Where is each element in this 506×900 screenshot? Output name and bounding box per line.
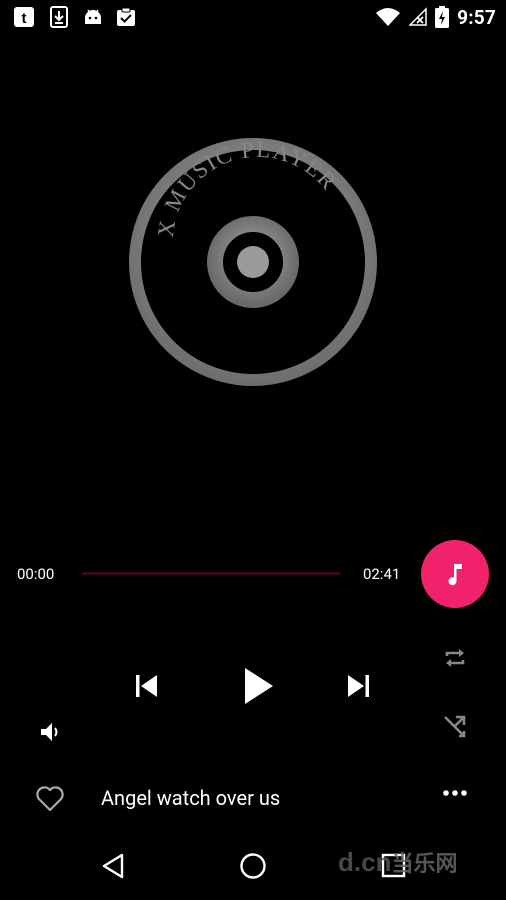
music-note-icon [448,564,462,586]
home-icon[interactable] [239,852,267,880]
status-bar: t 9:57 [0,0,506,34]
previous-button[interactable] [129,670,163,702]
play-icon [245,668,273,704]
song-title: Angel watch over us [101,786,281,810]
skip-previous-icon [136,675,157,697]
shuffle-button[interactable] [440,711,470,741]
more-options-button[interactable] [440,782,470,804]
watermark: d.cn当乐网 [338,847,458,877]
wifi-icon [376,8,401,26]
clipboard-check-icon [117,7,135,26]
repeat-icon [445,649,465,667]
next-button[interactable] [342,670,376,702]
elapsed-time: 00:00 [17,565,55,583]
status-clock: 9:57 [457,5,496,29]
repeat-button[interactable] [440,643,470,673]
seek-bar[interactable] [82,572,340,575]
svg-text:t: t [22,10,27,27]
android-icon [85,9,101,24]
skip-next-icon [348,675,369,697]
download-icon [50,6,68,28]
battery-charging-icon [435,6,450,28]
play-button[interactable] [234,662,280,710]
back-icon[interactable] [100,852,126,880]
disc-logo: X MUSIC PLAYER [129,137,377,386]
volume-icon [41,723,58,741]
shuffle-icon [444,715,466,738]
no-signal-icon [409,7,427,26]
music-library-button[interactable] [421,540,489,608]
total-duration: 02:41 [363,565,401,583]
volume-button[interactable] [36,718,64,746]
heart-icon [36,786,64,812]
tumblr-icon: t [14,7,34,27]
favorite-button[interactable] [34,784,66,814]
more-horizontal-icon [443,790,467,796]
